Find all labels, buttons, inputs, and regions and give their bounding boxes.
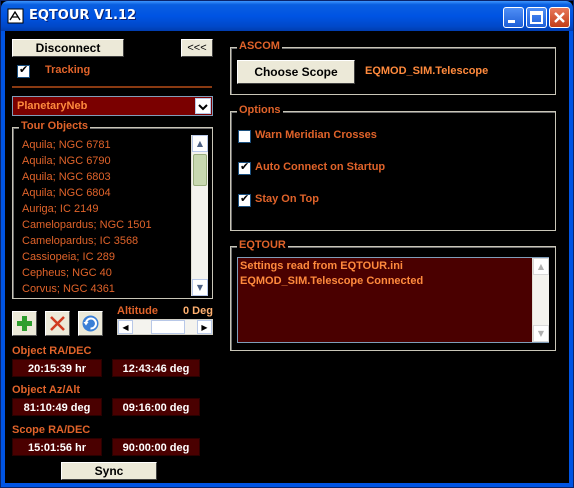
list-item[interactable]: Camelopardus; IC 3568 <box>22 235 138 247</box>
minimize-icon <box>508 20 515 23</box>
maximize-icon <box>530 11 543 24</box>
window-frame-bottom <box>1 483 573 487</box>
maximize-button[interactable] <box>526 7 547 28</box>
slider-left-icon[interactable]: ◀ <box>118 320 133 334</box>
log-line: Settings read from EQTOUR.ini <box>240 260 403 272</box>
refresh-button[interactable] <box>78 311 103 336</box>
list-item[interactable]: Aquila; NGC 6803 <box>22 171 111 183</box>
disconnect-button[interactable]: Disconnect <box>12 39 124 57</box>
log-textarea[interactable]: Settings read from EQTOUR.ini EQMOD_SIM.… <box>237 257 549 343</box>
altitude-value: 0 Deg <box>183 305 213 317</box>
tour-objects-panel: Tour Objects Aquila; NGC 6781 Aquila; NG… <box>12 120 213 299</box>
scroll-thumb[interactable] <box>193 154 207 186</box>
object-az-field: 81:10:49 deg <box>12 398 102 416</box>
chevron-down-icon <box>198 104 208 111</box>
minimize-button[interactable] <box>503 7 524 28</box>
telescope-app-icon <box>7 8 24 24</box>
altitude-label: Altitude <box>117 305 158 317</box>
log-line: EQMOD_SIM.Telescope Connected <box>240 275 424 287</box>
list-item[interactable]: Camelopardus; NGC 1501 <box>22 219 152 231</box>
tour-objects-title: Tour Objects <box>19 120 91 132</box>
window-frame-left <box>1 31 5 487</box>
list-item[interactable]: Corvus; NGC 4361 <box>22 283 115 295</box>
eqtour-title: EQTOUR <box>237 239 288 251</box>
stay-on-top-label: Stay On Top <box>255 193 319 205</box>
object-azalt-label: Object Az/Alt <box>12 384 81 396</box>
scope-ra-field: 15:01:56 hr <box>12 438 102 456</box>
stay-on-top-checkbox[interactable] <box>238 192 251 207</box>
list-item[interactable]: Cassiopeia; IC 289 <box>22 251 115 263</box>
window-frame-right <box>569 31 573 487</box>
slider-thumb[interactable] <box>151 320 185 334</box>
list-item[interactable]: Aquila; NGC 6804 <box>22 187 111 199</box>
warn-meridian-label: Warn Meridian Crosses <box>255 129 377 141</box>
refresh-icon <box>82 315 99 332</box>
scroll-down-icon[interactable]: ▼ <box>192 279 208 296</box>
list-item[interactable]: Aquila; NGC 6790 <box>22 155 111 167</box>
window-title: EQTOUR V1.12 <box>29 8 137 23</box>
scroll-up-icon[interactable]: ▲ <box>533 258 549 275</box>
choose-scope-button[interactable]: Choose Scope <box>237 60 355 84</box>
tracking-checkbox[interactable] <box>17 63 30 78</box>
auto-connect-checkbox[interactable] <box>238 160 251 175</box>
sync-button[interactable]: Sync <box>61 462 157 480</box>
object-dec-field: 12:43:46 deg <box>112 359 200 377</box>
plus-icon <box>17 316 32 331</box>
warn-meridian-checkbox[interactable] <box>238 130 251 143</box>
object-alt-field: 09:16:00 deg <box>112 398 200 416</box>
delete-x-icon <box>50 316 65 331</box>
list-item[interactable]: Cepheus; NGC 40 <box>22 267 112 279</box>
scroll-up-icon[interactable]: ▲ <box>192 135 208 152</box>
scroll-down-icon[interactable]: ▼ <box>533 325 549 342</box>
options-panel: Options Warn Meridian Crosses Auto Conne… <box>230 104 556 231</box>
eqtour-panel: EQTOUR Settings read from EQTOUR.ini EQM… <box>230 239 556 351</box>
tour-objects-list[interactable]: Aquila; NGC 6781 Aquila; NGC 6790 Aquila… <box>17 135 208 296</box>
add-object-button[interactable] <box>12 311 37 336</box>
scope-radec-label: Scope RA/DEC <box>12 424 91 436</box>
app-window: EQTOUR V1.12 Disconnect <<< Tracking Pla… <box>0 0 574 488</box>
scope-dec-field: 90:00:00 deg <box>112 438 200 456</box>
dropdown-button[interactable] <box>195 98 211 114</box>
close-icon <box>554 12 565 23</box>
divider <box>12 86 212 88</box>
altitude-slider[interactable]: ◀ ▶ <box>117 319 213 335</box>
list-item[interactable]: Aquila; NGC 6781 <box>22 139 111 151</box>
list-item[interactable]: Auriga; IC 2149 <box>22 203 98 215</box>
title-bar[interactable]: EQTOUR V1.12 <box>1 1 573 31</box>
object-radec-label: Object RA/DEC <box>12 345 92 357</box>
object-type-select[interactable]: PlanetaryNeb <box>12 96 213 116</box>
object-ra-field: 20:15:39 hr <box>12 359 102 377</box>
ascom-title: ASCOM <box>237 40 282 52</box>
tracking-label: Tracking <box>45 64 91 76</box>
auto-connect-label: Auto Connect on Startup <box>255 161 386 173</box>
scope-name: EQMOD_SIM.Telescope <box>365 65 489 77</box>
slider-right-icon[interactable]: ▶ <box>197 320 212 334</box>
close-button[interactable] <box>549 7 570 28</box>
collapse-panel-button[interactable]: <<< <box>181 39 213 57</box>
options-title: Options <box>237 104 283 116</box>
list-scrollbar[interactable]: ▲ ▼ <box>191 135 208 296</box>
remove-object-button[interactable] <box>45 311 70 336</box>
object-type-value: PlanetaryNeb <box>17 100 88 112</box>
ascom-panel: ASCOM Choose Scope EQMOD_SIM.Telescope <box>230 40 556 95</box>
log-scrollbar[interactable]: ▲ ▼ <box>532 258 549 342</box>
